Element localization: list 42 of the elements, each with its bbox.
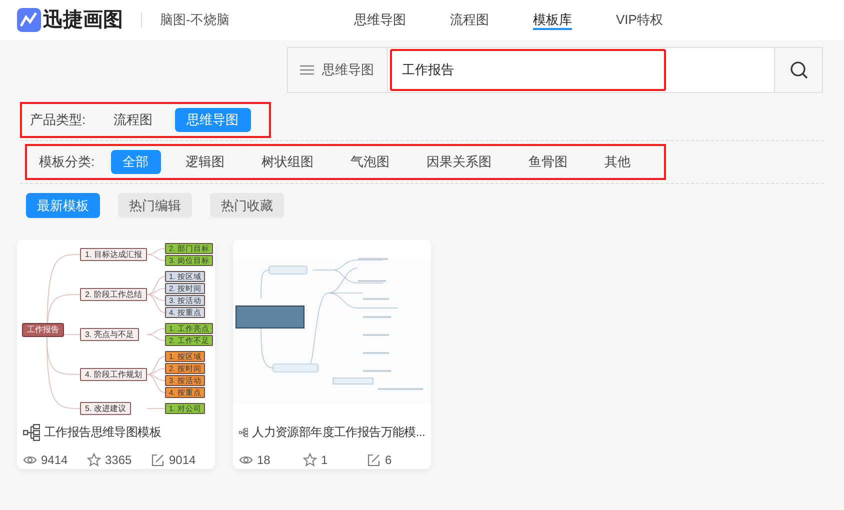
star-icon	[87, 453, 101, 467]
star-icon	[303, 453, 317, 467]
filter-option[interactable]: 鱼骨图	[516, 150, 580, 174]
logo-text: 迅捷画图	[43, 8, 123, 33]
favorite-count: 1	[321, 452, 328, 469]
search-field[interactable]: 工作报告	[390, 49, 666, 91]
mindmap-branch-node: 5. 改进建议	[80, 402, 131, 415]
filter-option[interactable]: 其他	[592, 150, 643, 174]
sort-tab[interactable]: 热门编辑	[118, 193, 192, 218]
favorite-count: 3365	[105, 452, 132, 469]
filter-option[interactable]: 流程图	[102, 108, 165, 132]
edit-icon	[367, 453, 381, 467]
edit-count: 6	[385, 452, 392, 469]
mindmap-branch-node: 1. 目标达成汇报	[80, 248, 147, 261]
view-count: 18	[257, 452, 270, 469]
mindmap-branch-node: 3. 亮点与不足	[80, 328, 139, 341]
mindmap-root-node: 工作报告	[22, 323, 64, 337]
edit-icon	[151, 453, 165, 467]
filter-label: 模板分类:	[39, 153, 95, 172]
connector-line	[146, 408, 166, 409]
filter-option[interactable]: 逻辑图	[174, 150, 237, 174]
nav-tab[interactable]: 思维导图	[332, 0, 428, 40]
template-card[interactable]: 人力资源部年度工作报告万能模... 18 1 6	[233, 240, 431, 469]
menu-icon	[300, 65, 314, 75]
logo-icon	[17, 8, 41, 32]
edit-count: 9014	[169, 452, 196, 469]
sort-tab[interactable]: 热门收藏	[210, 193, 284, 218]
view-count: 9414	[41, 452, 68, 469]
slogan: 脑图-不烧脑	[160, 11, 230, 30]
nav-tab[interactable]: VIP特权	[594, 0, 685, 40]
mindmap-branch-node: 2. 阶段工作总结	[80, 288, 147, 301]
card-title[interactable]: 人力资源部年度工作报告万能模...	[252, 423, 425, 441]
filter-option[interactable]: 树状组图	[250, 150, 326, 174]
nav-tab[interactable]: 流程图	[428, 0, 511, 40]
mindmap-branch-node: 4. 阶段工作规划	[80, 368, 147, 381]
filter-option[interactable]: 因果关系图	[414, 150, 504, 174]
card-title[interactable]: 工作报告思维导图模板	[44, 423, 162, 441]
filter-label: 产品类型:	[30, 111, 86, 130]
search-icon	[790, 61, 808, 79]
filter-option[interactable]: 气泡图	[338, 150, 402, 174]
mindmap-icon	[23, 424, 40, 440]
nav-tab[interactable]: 模板库	[511, 0, 594, 40]
